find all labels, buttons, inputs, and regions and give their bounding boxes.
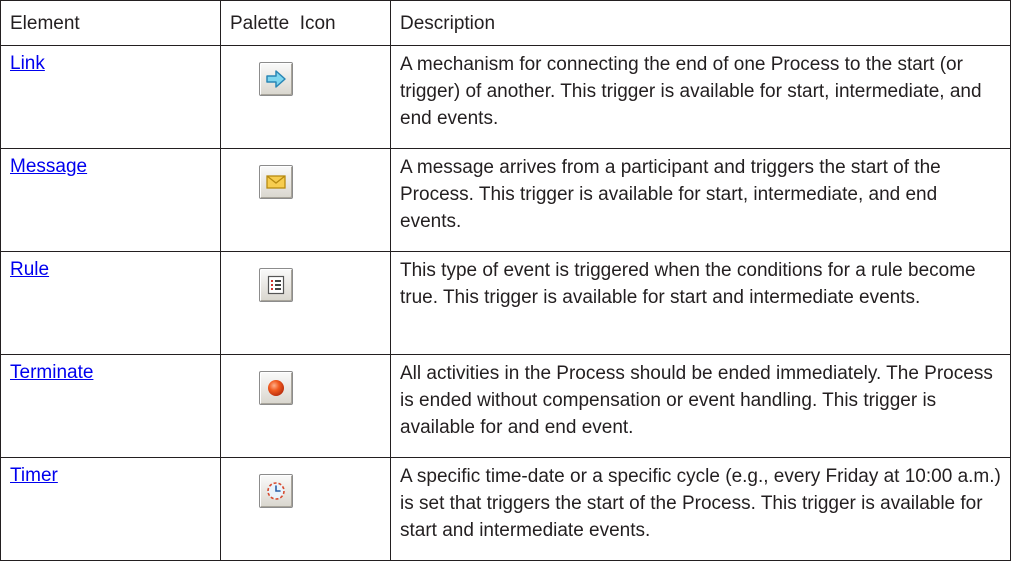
icon-cell [220,251,391,355]
terminate-circle-icon [259,371,293,405]
element-cell: Rule [0,251,221,355]
icon-cell [220,148,391,252]
description-cell: A specific time-date or a specific cycle… [390,457,1011,561]
element-cell: Timer [0,457,221,561]
timer-element-link[interactable]: Timer [10,465,58,486]
element-cell: Link [0,45,221,149]
table-row: Terminate All activities in the Process … [0,354,1011,458]
icon-cell [220,457,391,561]
header-row: Element Palette Icon Description [0,0,1011,46]
icon-cell [220,45,391,149]
message-element-link[interactable]: Message [10,156,87,177]
timer-clock-icon [259,474,293,508]
description-cell: All activities in the Process should be … [390,354,1011,458]
column-header-palette-icon: Palette Icon [220,0,391,46]
table-row: Timer A specific time-date or a specific… [0,457,1011,561]
element-cell: Terminate [0,354,221,458]
table-row: Link A mechanism for connecting the end … [0,45,1011,149]
column-header-element: Element [0,0,221,46]
description-cell: A message arrives from a participant and… [390,148,1011,252]
link-element-link[interactable]: Link [10,53,45,74]
icon-cell [220,354,391,458]
rule-element-link[interactable]: Rule [10,259,49,280]
description-cell: This type of event is triggered when the… [390,251,1011,355]
element-cell: Message [0,148,221,252]
rule-list-icon [259,268,293,302]
table-row: Message A message arrives from a partici… [0,148,1011,252]
event-trigger-table: Element Palette Icon Description Link A … [0,0,1011,561]
table-row: Rule This type of event is triggered whe… [0,251,1011,355]
column-header-description: Description [390,0,1011,46]
description-cell: A mechanism for connecting the end of on… [390,45,1011,149]
message-envelope-icon [259,165,293,199]
link-arrow-icon [259,62,293,96]
terminate-element-link[interactable]: Terminate [10,362,93,383]
